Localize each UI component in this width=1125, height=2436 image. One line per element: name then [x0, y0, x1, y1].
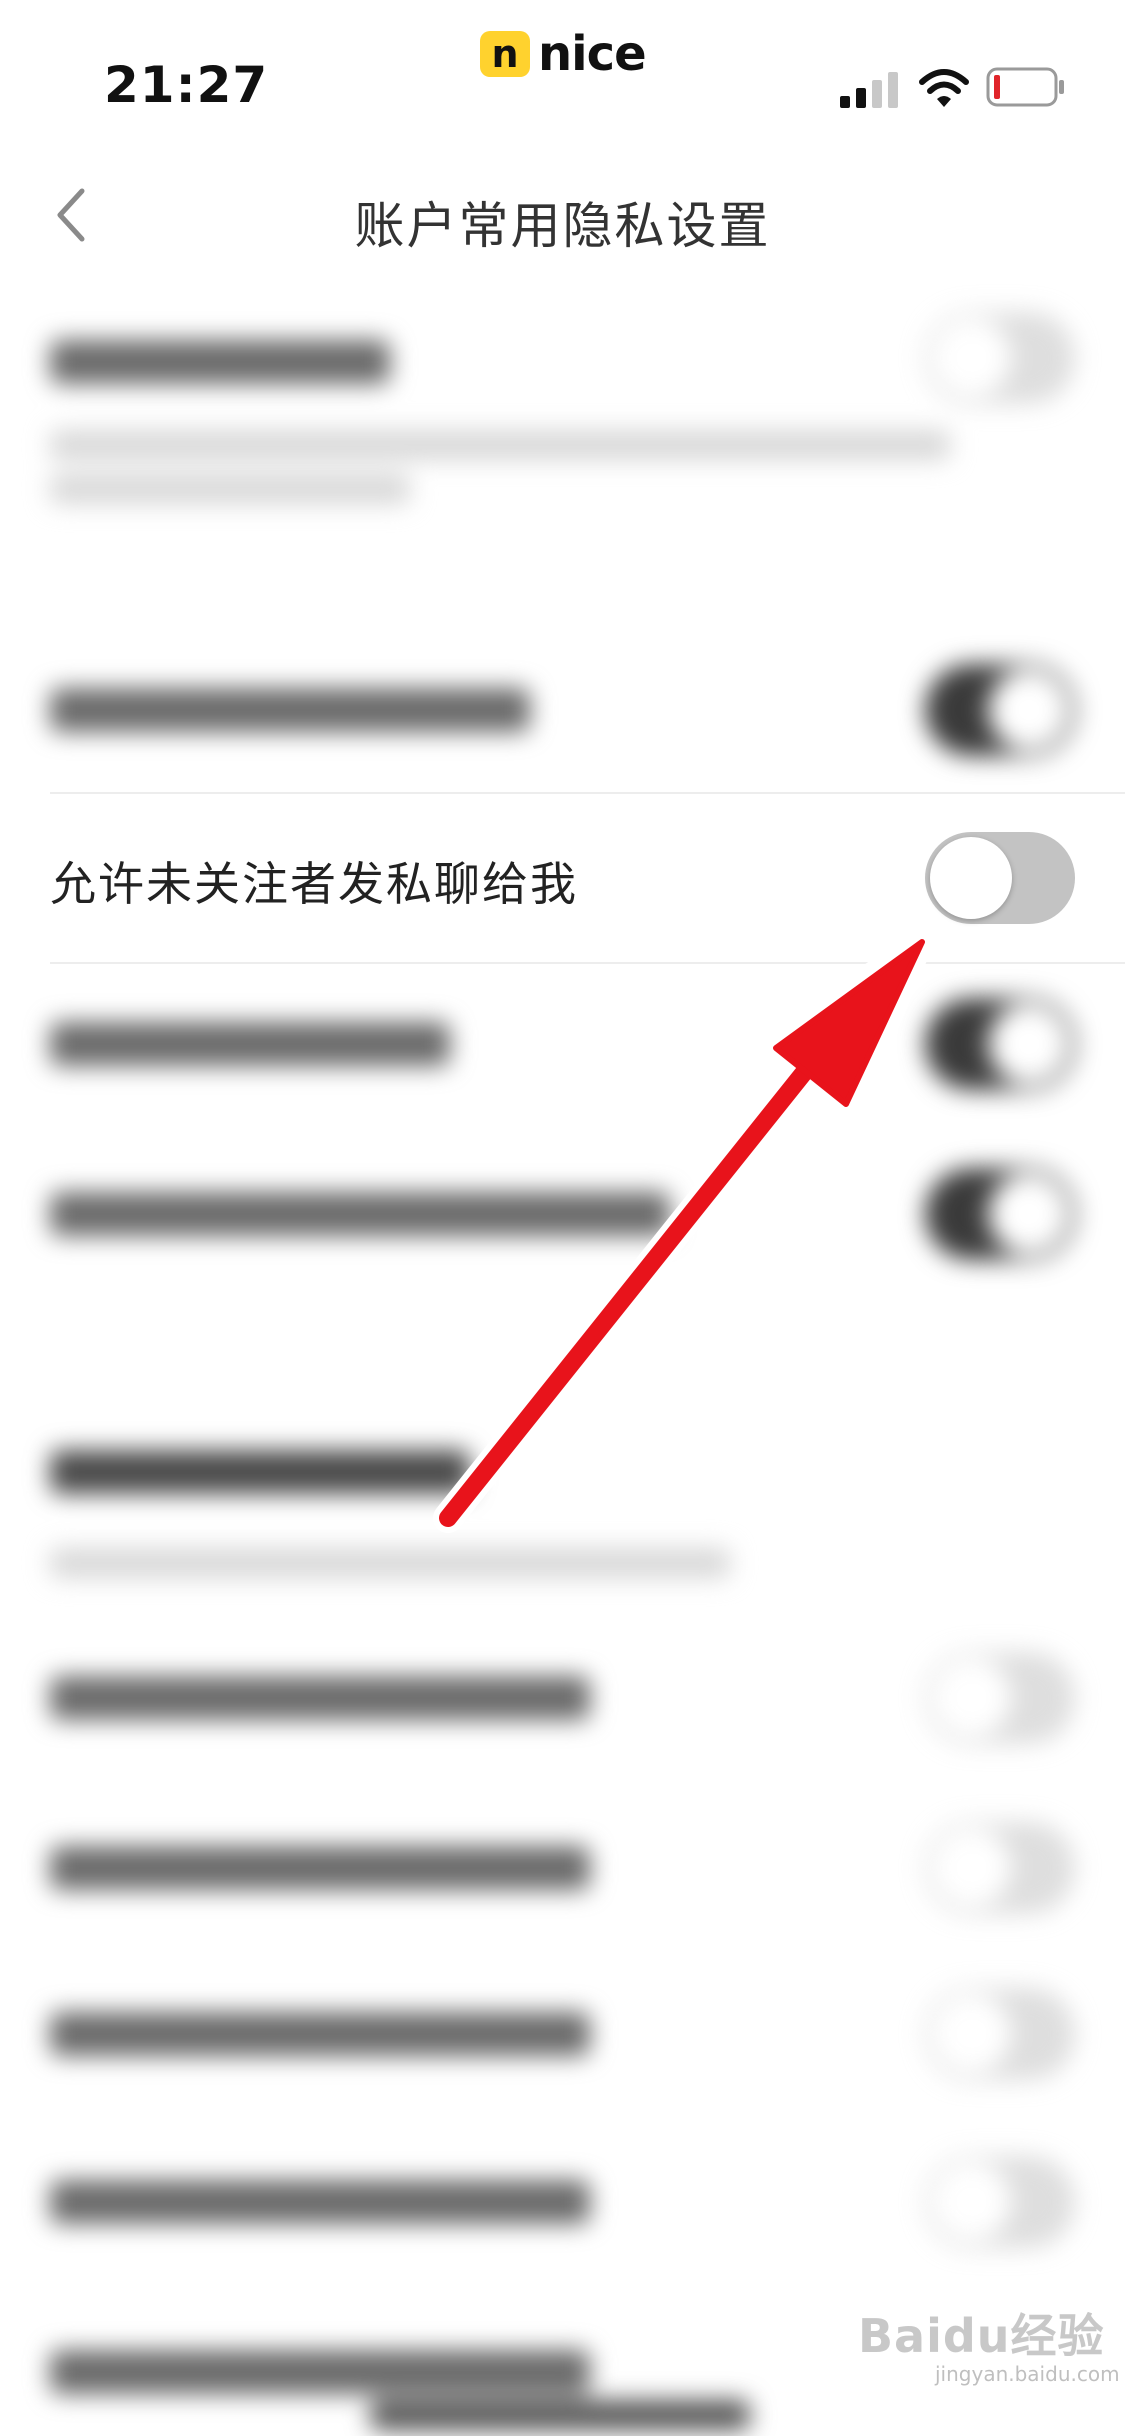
nav-bar: 账户常用隐私设置 [0, 150, 1125, 280]
baidu-watermark: Baidu经验 [858, 2309, 1105, 2363]
status-bar: 21:27 n nice [0, 0, 1125, 140]
blurred-toggle[interactable] [925, 2156, 1075, 2248]
cellular-signal-icon [840, 72, 898, 108]
blurred-label [50, 340, 390, 384]
setting-label-allow-dm: 允许未关注者发私聊给我 [50, 857, 578, 911]
toggle-knob [930, 837, 1012, 919]
blurred-toggle[interactable] [925, 1988, 1075, 2080]
blurred-label [50, 1676, 590, 1720]
blurred-label [50, 2012, 590, 2056]
wifi-icon [919, 69, 969, 107]
blurred-label [50, 1846, 590, 1890]
blurred-section-title [50, 1450, 470, 1494]
allow-dm-toggle[interactable] [925, 832, 1075, 924]
blurred-label [50, 1022, 450, 1066]
blurred-home-indicator [370, 2400, 750, 2430]
blurred-description [50, 474, 410, 504]
blurred-toggle[interactable] [925, 998, 1075, 1090]
blurred-toggle[interactable] [925, 1652, 1075, 1744]
blurred-label [50, 688, 530, 732]
baidu-watermark-url: jingyan.baidu.com [935, 2362, 1120, 2386]
blurred-description [50, 430, 950, 460]
page-title: 账户常用隐私设置 [354, 197, 771, 255]
app-logo-badge: n [480, 31, 530, 77]
blurred-label [50, 2350, 590, 2394]
blurred-toggle[interactable] [925, 1168, 1075, 1260]
app-logo: n nice [480, 26, 647, 82]
divider [50, 962, 1125, 964]
blurred-toggle[interactable] [925, 312, 1075, 404]
blurred-toggle[interactable] [925, 1822, 1075, 1914]
app-logo-name: nice [538, 26, 647, 82]
blurred-description [50, 1548, 730, 1578]
blurred-toggle[interactable] [925, 664, 1075, 756]
status-time: 21:27 [104, 56, 269, 114]
blurred-label [50, 2180, 590, 2224]
battery-low-icon [986, 67, 1064, 107]
blurred-label [50, 1192, 670, 1236]
